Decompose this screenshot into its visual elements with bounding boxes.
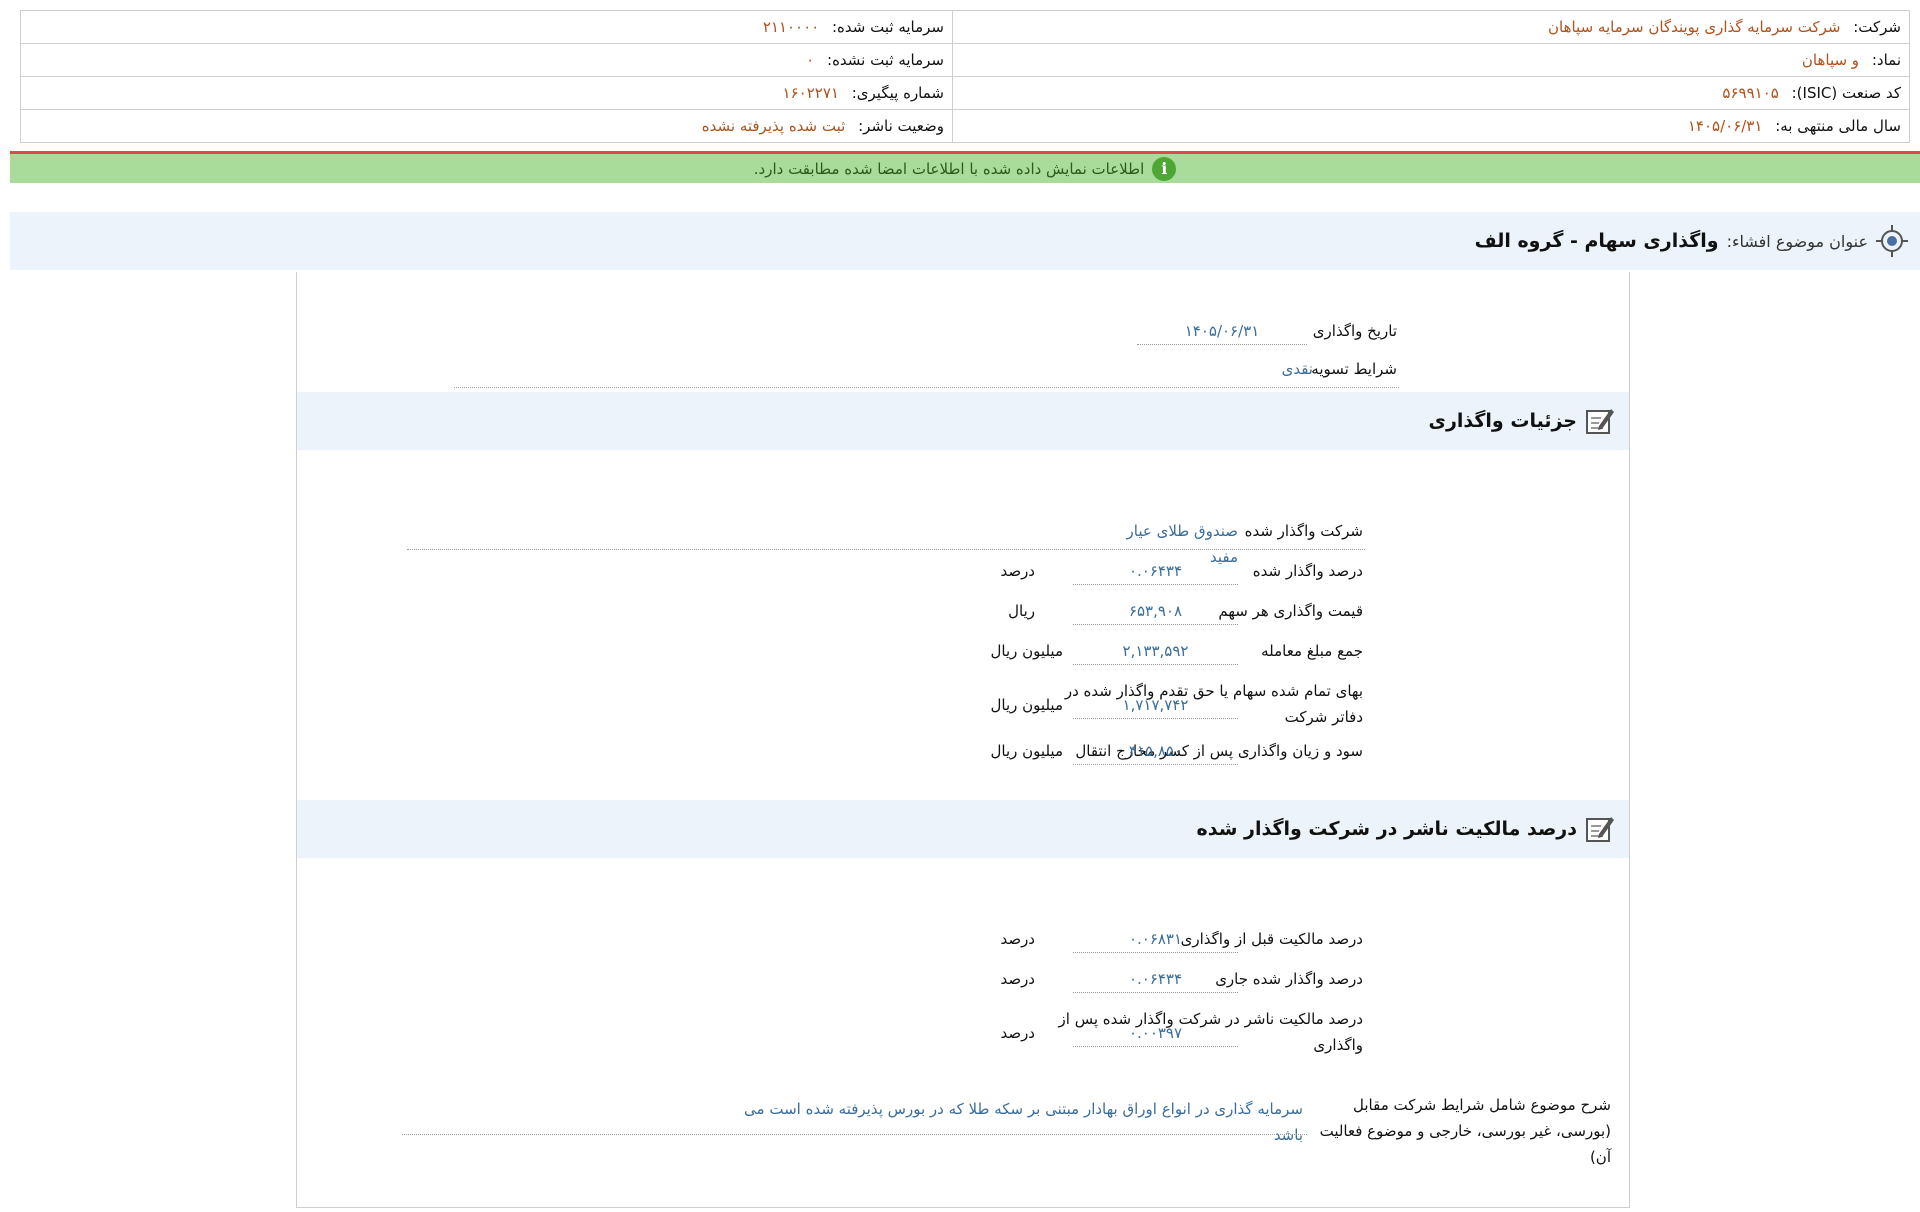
isic-label: کد صنعت (ISIC):: [1791, 84, 1901, 102]
current-transfer-row: درصد واگذار شده جاری ۰.۰۶۴۳۴ درصد: [803, 966, 1363, 998]
company-label: شرکت:: [1853, 18, 1901, 36]
transferred-company-row: شرکت واگذار شده صندوق طلای عیار مفید: [803, 518, 1363, 566]
current-transfer-value: ۰.۰۶۴۳۴: [1073, 966, 1238, 993]
unregistered-capital-value: ۰: [806, 51, 815, 69]
publisher-status-value: ثبت شده پذیرفته نشده: [701, 117, 846, 135]
tracking-label: شماره پیگیری:: [851, 84, 944, 102]
topic-title: واگذاری سهام - گروه الف: [1474, 230, 1719, 252]
current-transfer-unit: درصد: [1000, 970, 1035, 988]
ownership-after-value: ۰.۰۰۳۹۷: [1073, 1020, 1238, 1047]
alert-text: اطلاعات نمایش داده شده با اطلاعات امضا ش…: [753, 159, 1145, 178]
share-price-row: قیمت واگذاری هر سهم ۶۵۳,۹۰۸ ریال: [803, 598, 1363, 630]
divider: [454, 387, 1399, 388]
target-icon: [1876, 225, 1908, 257]
transfer-date-label: تاریخ واگذاری: [1312, 322, 1397, 340]
disclosure-topic-bar: عنوان موضوع افشاء: واگذاری سهام - گروه ا…: [10, 212, 1920, 270]
settlement-row: شرایط تسویه نقدی: [697, 356, 1397, 386]
divider: [407, 549, 1365, 550]
settlement-label: شرایط تسویه: [1311, 360, 1397, 378]
disclosure-card: تاریخ واگذاری ۱۴۰۵/۰۶/۳۱ شرایط تسویه نقد…: [296, 272, 1630, 1208]
description-value: سرمایه گذاری در انواع اوراق بهادار مبتنی…: [744, 1100, 1303, 1144]
transfer-profit-unit: میلیون ریال: [990, 742, 1063, 760]
symbol-value: و سپاهان: [1801, 51, 1860, 69]
transfer-percent-unit: درصد: [1000, 562, 1035, 580]
share-price-value: ۶۵۳,۹۰۸: [1073, 598, 1238, 625]
ownership-before-unit: درصد: [1000, 930, 1035, 948]
total-amount-value: ۲,۱۳۳,۵۹۲: [1073, 638, 1238, 665]
book-value-unit: میلیون ریال: [990, 696, 1063, 714]
book-value-value: ۱,۷۱۷,۷۴۲: [1073, 692, 1238, 719]
isic-value: ۵۶۹۹۱۰۵: [1722, 84, 1779, 102]
symbol-label: نماد:: [1871, 51, 1901, 69]
info-icon: i: [1152, 156, 1177, 181]
ownership-before-row: درصد مالکیت قبل از واگذاری ۰.۰۶۸۳۱ درصد: [803, 926, 1363, 958]
ownership-after-unit: درصد: [1000, 1024, 1035, 1042]
total-amount-unit: میلیون ریال: [990, 642, 1063, 660]
transfer-profit-value: ۴۱۵,۸۵۰: [1073, 738, 1238, 765]
transfer-percent-label: درصد واگذار شده: [1252, 562, 1363, 580]
tracking-value: ۱۶۰۲۲۷۱: [782, 84, 839, 102]
info-row: سال مالی منتهی به: ۱۴۰۵/۰۶/۳۱ وضعیت ناشر…: [20, 109, 1910, 143]
share-price-unit: ریال: [1008, 602, 1035, 620]
symbol-cell: نماد: و سپاهان: [952, 43, 1910, 77]
info-row: شرکت: شرکت سرمایه گذاری پویندگان سرمایه …: [20, 10, 1910, 44]
transfer-percent-row: درصد واگذار شده ۰.۰۶۴۳۴ درصد: [803, 558, 1363, 590]
description-row: شرح موضوع شامل شرایط شرکت مقابل (بورسی، …: [411, 1092, 1611, 1166]
unregistered-capital-cell: سرمایه ثبت نشده: ۰: [20, 43, 953, 77]
settlement-value: نقدی: [1281, 360, 1313, 378]
ownership-before-value: ۰.۰۶۸۳۱: [1073, 926, 1238, 953]
transfer-percent-value: ۰.۰۶۴۳۴: [1073, 558, 1238, 585]
details-section-title: جزئیات واگذاری: [1428, 410, 1577, 432]
transfer-profit-row: سود و زیان واگذاری پس از کسر مخارج انتقا…: [803, 738, 1363, 770]
total-amount-row: جمع مبلغ معامله ۲,۱۳۳,۵۹۲ میلیون ریال: [803, 638, 1363, 670]
company-value: شرکت سرمایه گذاری پویندگان سرمایه سپاهان: [1547, 18, 1841, 36]
publisher-status-cell: وضعیت ناشر: ثبت شده پذیرفته نشده: [20, 109, 953, 143]
share-price-label: قیمت واگذاری هر سهم: [1218, 602, 1363, 620]
info-row: کد صنعت (ISIC): ۵۶۹۹۱۰۵ شماره پیگیری: ۱۶…: [20, 76, 1910, 110]
info-row: نماد: و سپاهان سرمایه ثبت نشده: ۰: [20, 43, 1910, 77]
edit-document-icon: [1585, 814, 1615, 844]
fiscal-year-label: سال مالی منتهی به:: [1775, 117, 1901, 135]
publisher-status-label: وضعیت ناشر:: [858, 117, 944, 135]
transfer-date-value: ۱۴۰۵/۰۶/۳۱: [1137, 318, 1307, 345]
transferred-company-label: شرکت واگذار شده: [1244, 522, 1363, 540]
ownership-section-header: درصد مالکیت ناشر در شرکت واگذار شده: [297, 800, 1629, 858]
details-section-header: جزئیات واگذاری: [297, 392, 1629, 450]
ownership-section-title: درصد مالکیت ناشر در شرکت واگذار شده: [1196, 818, 1577, 840]
description-label: شرح موضوع شامل شرایط شرکت مقابل (بورسی، …: [1319, 1096, 1611, 1166]
transfer-date-row: تاریخ واگذاری ۱۴۰۵/۰۶/۳۱: [1137, 318, 1397, 348]
unregistered-capital-label: سرمایه ثبت نشده:: [827, 51, 944, 69]
registered-capital-label: سرمایه ثبت شده:: [832, 18, 944, 36]
isic-cell: کد صنعت (ISIC): ۵۶۹۹۱۰۵: [952, 76, 1910, 110]
fiscal-year-value: ۱۴۰۵/۰۶/۳۱: [1687, 117, 1763, 135]
signature-match-alert: i اطلاعات نمایش داده شده با اطلاعات امضا…: [10, 151, 1920, 183]
total-amount-label: جمع مبلغ معامله: [1261, 642, 1363, 660]
book-value-row: بهای تمام شده سهام یا حق تقدم واگذار شده…: [803, 678, 1363, 734]
company-info-table: شرکت: شرکت سرمایه گذاری پویندگان سرمایه …: [20, 10, 1910, 143]
registered-capital-value: ۲۱۱۰۰۰۰: [762, 18, 820, 36]
divider: [402, 1134, 1307, 1135]
edit-document-icon: [1585, 406, 1615, 436]
fiscal-year-cell: سال مالی منتهی به: ۱۴۰۵/۰۶/۳۱: [952, 109, 1910, 143]
registered-capital-cell: سرمایه ثبت شده: ۲۱۱۰۰۰۰: [20, 10, 953, 44]
tracking-cell: شماره پیگیری: ۱۶۰۲۲۷۱: [20, 76, 953, 110]
ownership-after-row: درصد مالکیت ناشر در شرکت واگذار شده پس ا…: [803, 1006, 1363, 1062]
topic-label: عنوان موضوع افشاء:: [1726, 231, 1868, 251]
company-cell: شرکت: شرکت سرمایه گذاری پویندگان سرمایه …: [952, 10, 1910, 44]
